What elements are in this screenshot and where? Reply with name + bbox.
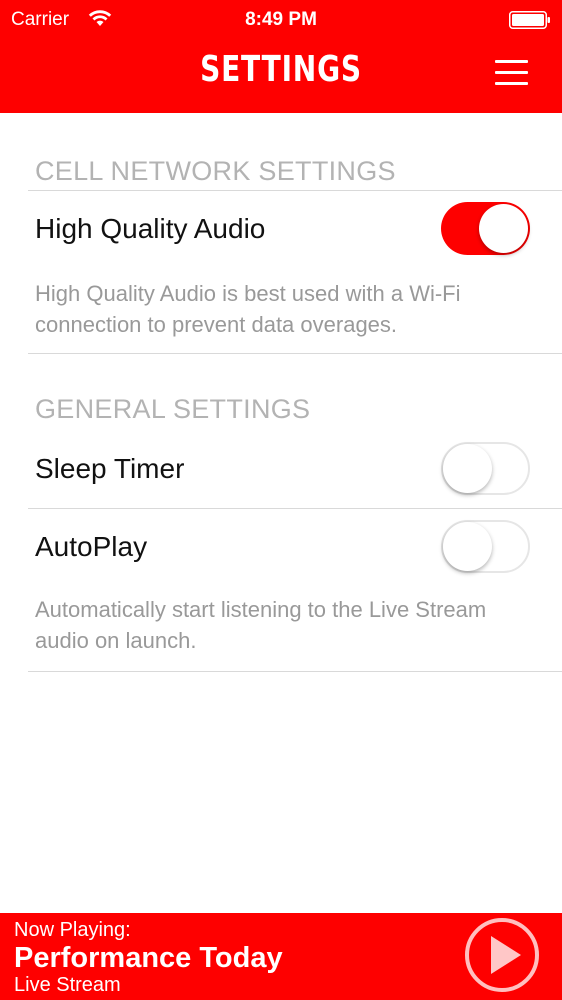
now-playing-title: Performance Today (14, 942, 283, 974)
high-quality-audio-label: High Quality Audio (35, 213, 266, 244)
autoplay-label: AutoPlay (35, 531, 148, 562)
battery-icon (509, 11, 550, 29)
sleep-timer-label: Sleep Timer (35, 453, 185, 484)
status-bar: Carrier 8:49 PM (0, 0, 562, 40)
divider (28, 353, 562, 354)
autoplay-toggle[interactable] (441, 520, 530, 573)
header-bar: Carrier 8:49 PM SETTINGS (0, 0, 562, 113)
high-quality-audio-description: High Quality Audio is best used with a W… (35, 281, 461, 337)
now-playing-subtitle: Live Stream (14, 974, 121, 996)
hamburger-menu-icon[interactable] (495, 60, 528, 86)
section-header-general: GENERAL SETTINGS (35, 394, 311, 424)
now-playing-label: Now Playing: (14, 919, 131, 941)
toggle-knob (443, 444, 492, 493)
section-header-cell-network: CELL NETWORK SETTINGS (35, 156, 396, 186)
toggle-knob (479, 204, 528, 253)
play-icon[interactable] (464, 917, 540, 993)
autoplay-description: Automatically start listening to the Liv… (35, 597, 487, 653)
page-title: SETTINGS (200, 49, 362, 90)
status-time: 8:49 PM (245, 9, 317, 30)
now-playing-bar[interactable]: Now Playing: Performance Today Live Stre… (0, 913, 562, 1000)
divider (28, 190, 562, 191)
divider (28, 671, 562, 672)
sleep-timer-toggle[interactable] (441, 442, 530, 495)
divider (28, 508, 562, 509)
high-quality-audio-toggle[interactable] (441, 202, 530, 255)
toggle-knob (443, 522, 492, 571)
